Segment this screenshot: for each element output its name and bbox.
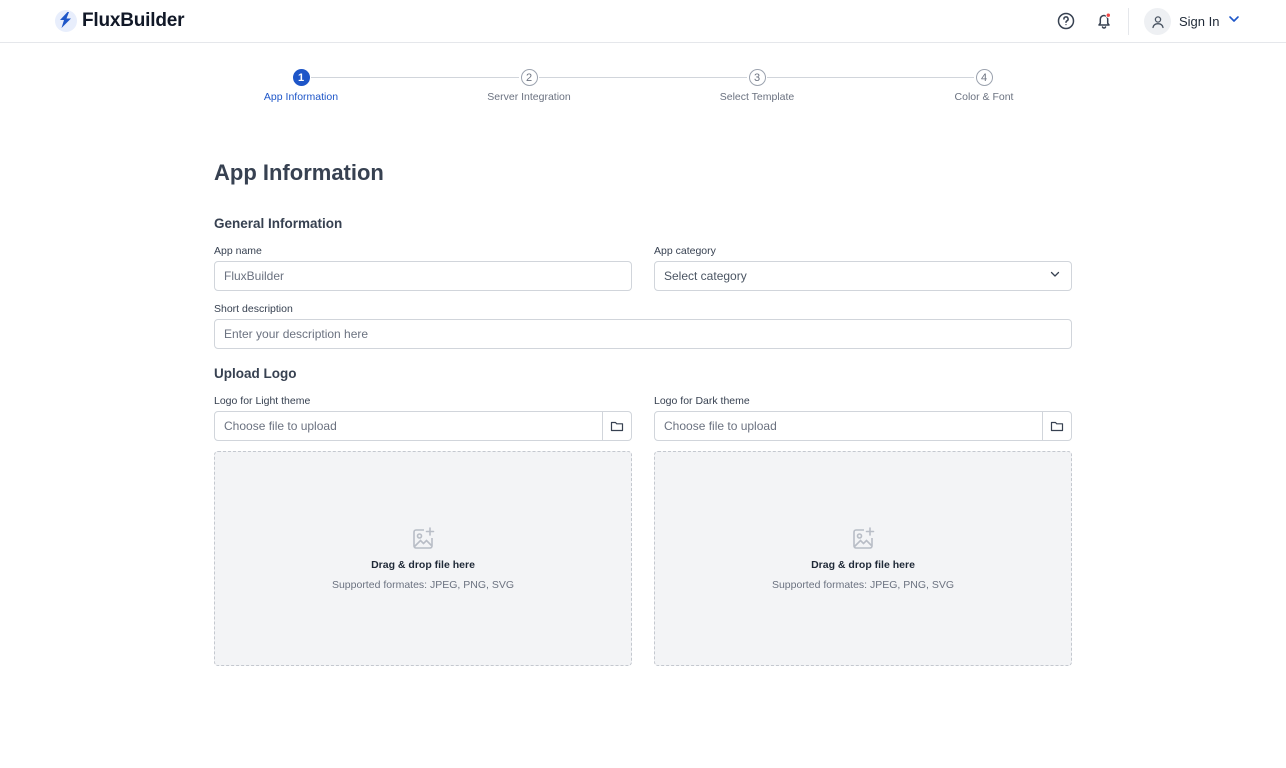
app-name-label: App name	[214, 245, 262, 257]
step-number: 4	[975, 69, 993, 86]
flux-logo-icon	[54, 9, 78, 33]
step-label: Select Template	[719, 91, 795, 103]
logo-light-file-input[interactable]: Choose file to upload	[215, 412, 602, 440]
step-app-information[interactable]: 1 App Information	[226, 68, 376, 103]
step-label: Server Integration	[487, 91, 571, 103]
upload-logo-heading: Upload Logo	[214, 366, 297, 381]
dropzone-subtitle: Supported formates: JPEG, PNG, SVG	[771, 579, 955, 591]
step-number: 3	[748, 69, 766, 86]
step-server-integration[interactable]: 2 Server Integration	[454, 68, 604, 103]
logo-light-dropzone[interactable]: Drag & drop file here Supported formates…	[214, 451, 632, 666]
app-name-input[interactable]	[214, 261, 632, 291]
user-icon	[1144, 8, 1171, 35]
folder-icon[interactable]	[602, 412, 631, 440]
dropzone-title: Drag & drop file here	[371, 559, 475, 571]
app-category-select[interactable]: Select category	[654, 261, 1072, 291]
app-category-label: App category	[654, 245, 716, 257]
step-color-font[interactable]: 4 Color & Font	[909, 68, 1059, 103]
sign-in-label: Sign In	[1179, 14, 1220, 29]
step-label: App Information	[263, 91, 339, 103]
image-add-icon	[410, 526, 436, 552]
chevron-down-icon	[1049, 267, 1061, 285]
brand-name: FluxBuilder	[82, 10, 185, 31]
short-description-label: Short description	[214, 303, 293, 315]
dropzone-subtitle: Supported formates: JPEG, PNG, SVG	[331, 579, 515, 591]
top-header: FluxBuilder Sign In	[0, 0, 1286, 43]
brand-logo[interactable]: FluxBuilder	[54, 9, 185, 33]
step-label: Color & Font	[954, 91, 1014, 103]
short-description-input[interactable]	[214, 319, 1072, 349]
app-category-value: Select category	[664, 269, 747, 283]
image-add-icon	[850, 526, 876, 552]
logo-dark-file-input[interactable]: Choose file to upload	[655, 412, 1042, 440]
chevron-down-icon	[1227, 12, 1241, 31]
dropzone-title: Drag & drop file here	[811, 559, 915, 571]
logo-dark-label: Logo for Dark theme	[654, 395, 750, 407]
step-number: 2	[520, 69, 538, 86]
logo-dark-file-field: Choose file to upload	[654, 411, 1072, 441]
logo-light-file-field: Choose file to upload	[214, 411, 632, 441]
general-information-heading: General Information	[214, 216, 343, 231]
progress-stepper: 1 App Information 2 Server Integration 3…	[0, 68, 1286, 108]
page-title: App Information	[214, 160, 384, 185]
logo-light-label: Logo for Light theme	[214, 395, 311, 407]
logo-dark-dropzone[interactable]: Drag & drop file here Supported formates…	[654, 451, 1072, 666]
header-divider	[1128, 8, 1129, 35]
help-circle-icon[interactable]	[1056, 11, 1076, 31]
folder-icon[interactable]	[1042, 412, 1071, 440]
sign-in-button[interactable]: Sign In	[1144, 8, 1241, 35]
bell-icon[interactable]	[1094, 11, 1114, 31]
step-number: 1	[292, 69, 310, 86]
step-select-template[interactable]: 3 Select Template	[682, 68, 832, 103]
